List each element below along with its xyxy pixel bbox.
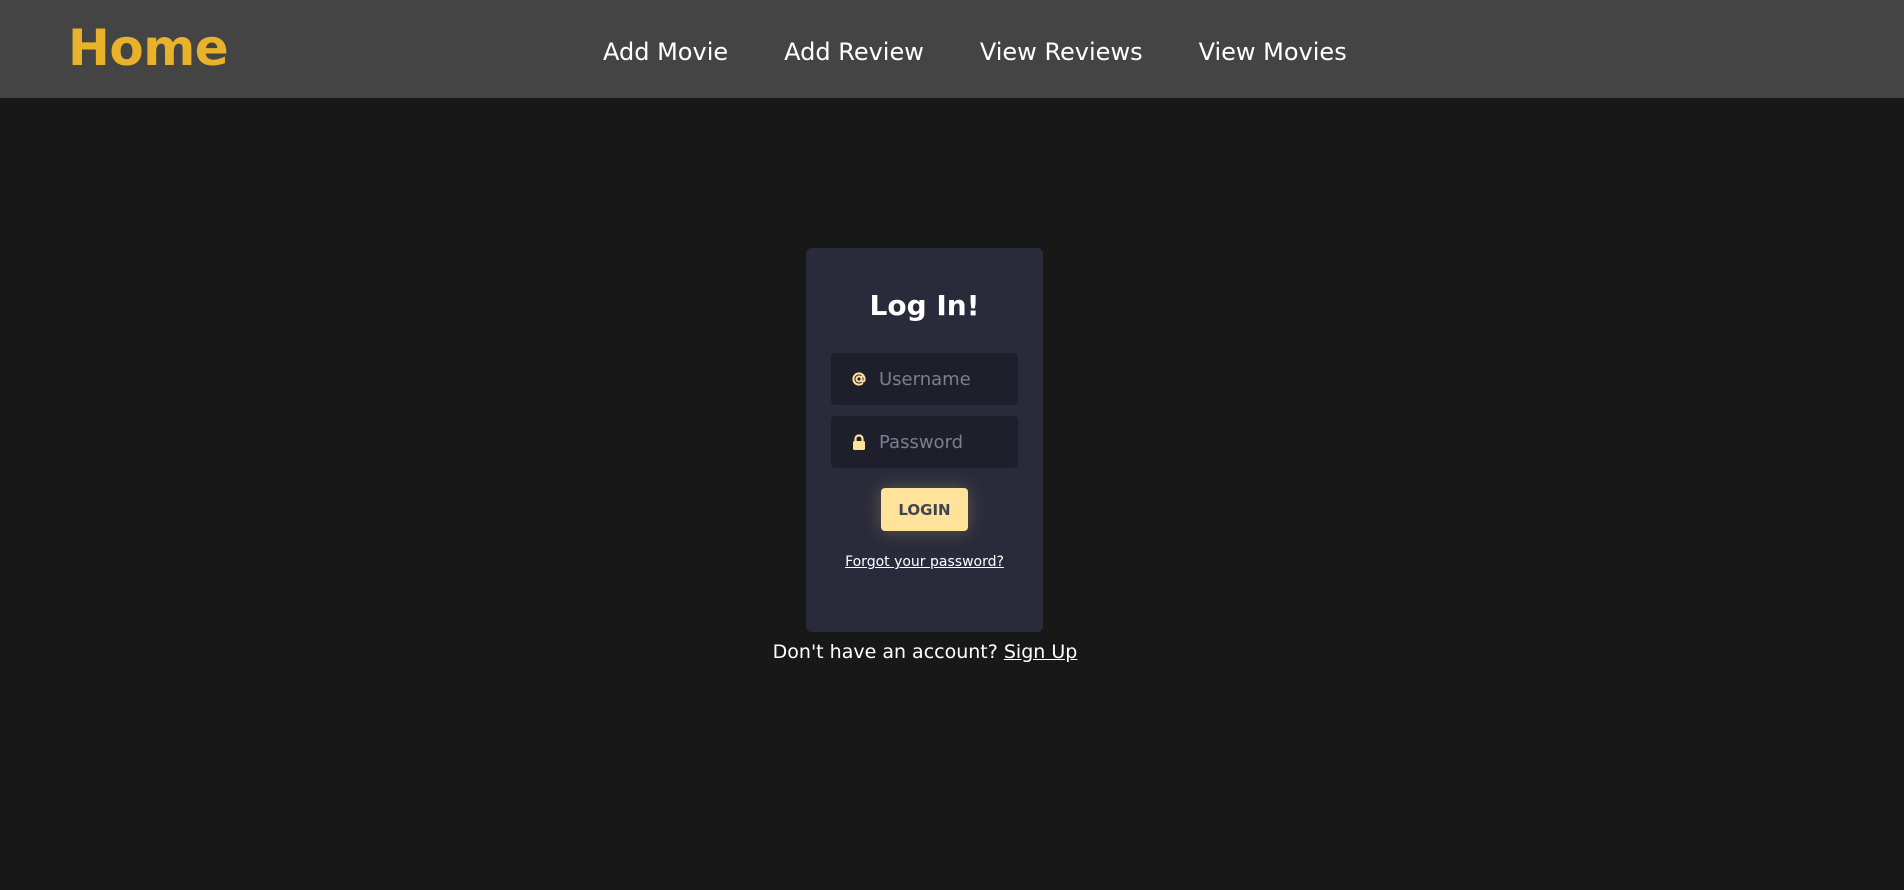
signup-link[interactable]: Sign Up [1004,641,1077,663]
password-input[interactable] [879,416,1009,468]
nav-link-view-reviews[interactable]: View Reviews [980,36,1143,68]
signup-prompt: Don't have an account? Sign Up [740,639,1110,665]
nav-link-add-movie[interactable]: Add Movie [603,36,728,68]
signup-prompt-text: Don't have an account? [772,641,998,663]
login-button[interactable]: LOGIN [881,488,968,531]
home-brand-link[interactable]: Home [68,18,229,78]
username-input[interactable] [879,353,1009,405]
nav-link-add-review[interactable]: Add Review [784,36,924,68]
username-field[interactable] [831,353,1018,405]
top-navbar: Home Add Movie Add Review View Reviews V… [0,0,1904,98]
login-title: Log In! [869,289,980,322]
at-icon [849,367,869,391]
forgot-password-link[interactable]: Forgot your password? [806,552,1043,572]
password-field[interactable] [831,416,1018,468]
lock-icon [849,430,869,454]
nav-link-view-movies[interactable]: View Movies [1199,36,1347,68]
nav-links: Add Movie Add Review View Reviews View M… [603,36,1403,68]
